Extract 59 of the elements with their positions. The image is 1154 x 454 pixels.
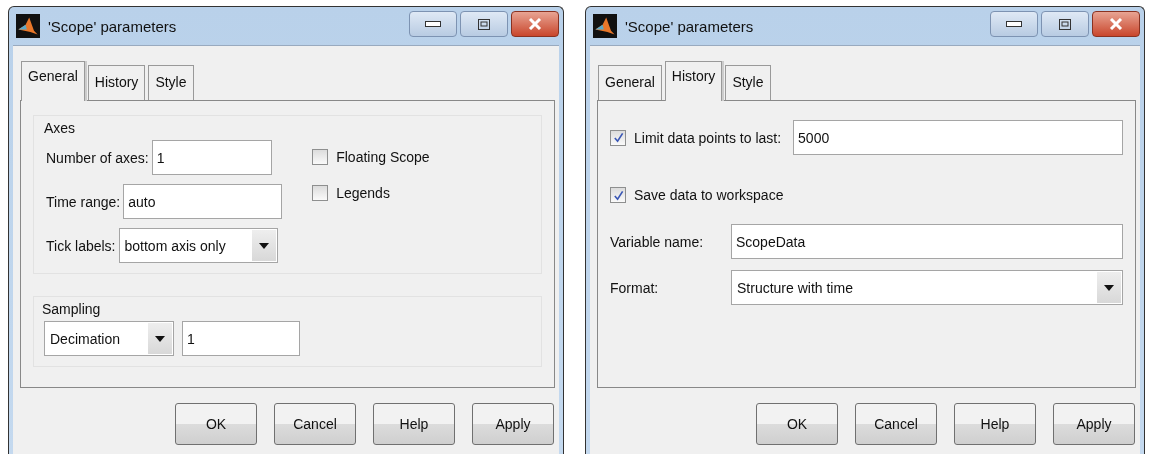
dialog-button[interactable]: Cancel	[274, 403, 356, 445]
tab[interactable]: Style	[725, 65, 771, 100]
window-title: 'Scope' parameters	[625, 17, 755, 35]
tab[interactable]: General	[21, 61, 85, 101]
field-label: Time range:	[46, 193, 121, 210]
dialog-button[interactable]: Apply	[472, 403, 554, 445]
checkbox[interactable]	[610, 187, 626, 203]
maximize-button[interactable]	[460, 11, 508, 37]
maximize-icon	[478, 18, 490, 30]
group-title: Axes	[44, 120, 76, 136]
dropdown-arrow-button[interactable]	[251, 230, 276, 261]
window-title: 'Scope' parameters	[48, 17, 178, 35]
tab[interactable]: Style	[148, 65, 194, 100]
text-field[interactable]: 1	[151, 140, 272, 175]
text-field[interactable]: auto	[123, 184, 283, 219]
group-title: Sampling	[42, 301, 101, 317]
tab[interactable]: General	[598, 65, 662, 100]
close-icon	[528, 18, 542, 30]
text-field[interactable]: 5000	[793, 120, 1123, 155]
checkbox-label: Floating Scope	[336, 149, 430, 165]
dropdown[interactable]: Structure with time	[731, 270, 1123, 305]
checkbox-label: Save data to workspace	[634, 187, 784, 203]
tab[interactable]: History	[87, 65, 146, 100]
field-label: Variable name:	[610, 233, 705, 250]
caret-icon	[1104, 284, 1114, 291]
dialog-button[interactable]: OK	[756, 403, 838, 445]
minimize-button[interactable]	[990, 11, 1038, 37]
checkbox-label: Legends	[336, 185, 390, 201]
dropdown[interactable]: Decimation	[44, 321, 174, 356]
checkbox[interactable]	[610, 129, 626, 146]
caret-icon	[155, 335, 165, 342]
close-icon	[1109, 18, 1123, 30]
app-logo-icon	[16, 14, 40, 38]
close-button[interactable]	[1092, 11, 1140, 37]
dialog-button[interactable]: Help	[373, 403, 455, 445]
maximize-icon	[1059, 18, 1071, 30]
maximize-button[interactable]	[1041, 11, 1089, 37]
dialog-button[interactable]: Apply	[1053, 403, 1135, 445]
checkbox[interactable]	[312, 185, 329, 201]
dialog-button[interactable]: OK	[175, 403, 257, 445]
field-label: Tick labels:	[46, 237, 116, 254]
tab[interactable]: History	[664, 61, 723, 101]
close-button[interactable]	[511, 11, 559, 37]
field-label: Number of axes:	[46, 149, 149, 166]
dialog-button[interactable]: Cancel	[855, 403, 937, 445]
field-label: Format:	[610, 279, 660, 296]
minimize-icon	[425, 21, 441, 27]
text-field[interactable]: ScopeData	[731, 224, 1123, 259]
minimize-icon	[1006, 21, 1022, 27]
dropdown[interactable]: bottom axis only	[118, 228, 278, 263]
dropdown-arrow-button[interactable]	[148, 323, 172, 354]
dialog-button[interactable]: Help	[954, 403, 1036, 445]
app-logo-icon	[593, 14, 617, 38]
dropdown-arrow-button[interactable]	[1097, 272, 1121, 303]
checkbox[interactable]	[312, 149, 329, 165]
checkbox-label: Limit data points to last:	[634, 129, 782, 146]
minimize-button[interactable]	[409, 11, 457, 37]
text-field[interactable]: 1	[182, 321, 300, 356]
caret-icon	[258, 242, 269, 249]
